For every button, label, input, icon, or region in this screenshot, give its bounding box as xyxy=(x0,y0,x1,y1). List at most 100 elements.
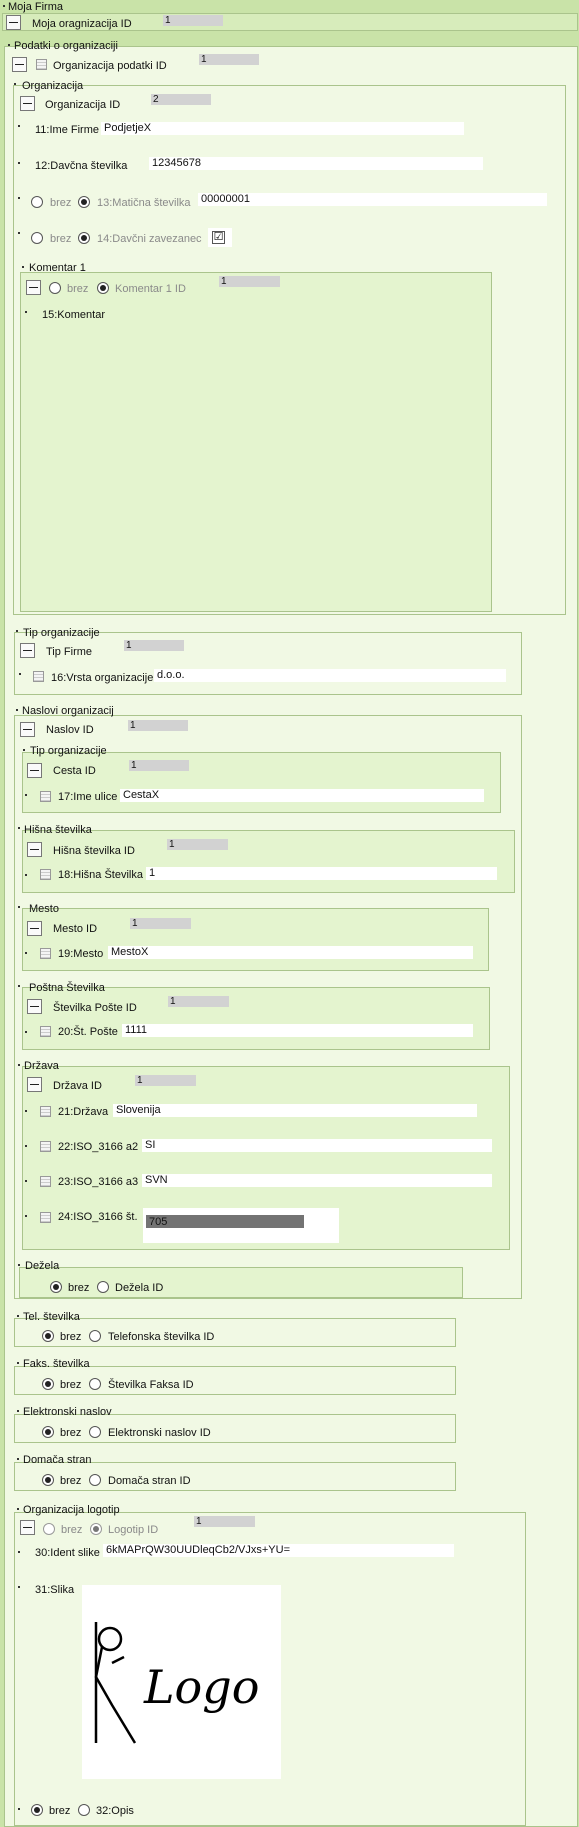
dezela-brez-radio[interactable] xyxy=(50,1281,62,1293)
hisna-title: Hišna številka xyxy=(24,824,92,836)
drzava-id-label: Država ID xyxy=(53,1080,102,1092)
tel-brez-radio[interactable] xyxy=(42,1330,54,1342)
hisna-section xyxy=(22,830,515,893)
root-title: Moja Firma xyxy=(8,1,64,13)
komentar-id-label: Komentar 1 ID xyxy=(115,283,186,295)
drzava-21-field[interactable]: Slovenija xyxy=(113,1104,477,1117)
faks-id-radio[interactable] xyxy=(89,1378,101,1390)
collapse-icon[interactable] xyxy=(12,57,27,72)
drzava-id-value[interactable]: 1 xyxy=(135,1075,196,1086)
hisna-id-value[interactable]: 1 xyxy=(167,839,228,850)
ime-ulice-field[interactable]: CestaX xyxy=(120,789,484,802)
opis-brez-radio[interactable] xyxy=(31,1804,43,1816)
collapse-icon[interactable] xyxy=(27,1077,42,1092)
maticna-brez-radio[interactable] xyxy=(31,196,43,208)
logotip-id-label: Logotip ID xyxy=(108,1524,159,1536)
maticna-radio[interactable] xyxy=(78,196,90,208)
mesto-id-value[interactable]: 1 xyxy=(130,918,191,929)
collapse-icon[interactable] xyxy=(27,763,42,778)
checkbox-icon[interactable]: ☑ xyxy=(212,231,225,244)
email-brez-radio[interactable] xyxy=(42,1426,54,1438)
collapse-icon[interactable] xyxy=(20,722,35,737)
zavezanec-brez-label: brez xyxy=(50,233,72,245)
drzava-23-field[interactable]: SVN xyxy=(142,1174,492,1187)
domaca-brez-radio[interactable] xyxy=(42,1474,54,1486)
naslovi-title: Naslovi organizacij xyxy=(22,705,114,717)
posta-id-value[interactable]: 1 xyxy=(168,996,229,1007)
vrsta-org-field[interactable]: d.o.o. xyxy=(154,669,506,682)
dezela-id-radio[interactable] xyxy=(97,1281,109,1293)
ident-field[interactable]: 6kMAPrQW30UUDleqCb2/VJxs+YU= xyxy=(103,1544,454,1557)
logotip-brez-radio[interactable] xyxy=(43,1523,55,1535)
ident-label: 30:Ident slike xyxy=(35,1547,100,1559)
tel-id-radio[interactable] xyxy=(89,1330,101,1342)
naslov-id-label: Naslov ID xyxy=(46,724,94,736)
organizacija-id-value[interactable]: 2 xyxy=(151,94,211,105)
komentar-id-radio[interactable] xyxy=(97,282,109,294)
logotip-id-value[interactable]: 1 xyxy=(194,1516,255,1527)
zavezanec-radio[interactable] xyxy=(78,232,90,244)
logo-text: Logo xyxy=(143,1660,259,1714)
grid-icon xyxy=(40,1212,51,1223)
slika-label: 31:Slika xyxy=(35,1584,75,1596)
root-id-value[interactable]: 1 xyxy=(163,15,223,26)
domaca-id-radio[interactable] xyxy=(89,1474,101,1486)
collapse-icon[interactable] xyxy=(27,842,42,857)
logotip-title: Organizacija logotip xyxy=(23,1504,120,1516)
collapse-icon[interactable] xyxy=(20,643,35,658)
hisna-field-label: 18:Hišna Številka xyxy=(58,869,143,881)
cesta-section xyxy=(22,752,501,813)
drzava-24-field[interactable]: 705 xyxy=(149,1216,167,1228)
komentar-title: Komentar 1 xyxy=(29,262,86,274)
tel-id-label: Telefonska številka ID xyxy=(108,1331,215,1343)
grid-icon xyxy=(33,671,44,682)
podatki-id-label: Organizacija podatki ID xyxy=(53,60,167,72)
drzava-23-label: 23:ISO_3166 a3 xyxy=(58,1176,139,1188)
posta-field-label: 20:Št. Pošte xyxy=(58,1026,118,1038)
posta-field[interactable]: 1111 xyxy=(122,1024,473,1037)
mesto-field[interactable]: MestoX xyxy=(108,946,473,959)
logotip-id-radio[interactable] xyxy=(90,1523,102,1535)
podatki-id-value[interactable]: 1 xyxy=(199,54,259,65)
komentar-brez-radio[interactable] xyxy=(49,282,61,294)
komentar-field-label: 15:Komentar xyxy=(42,309,105,321)
posta-id-label: Številka Pošte ID xyxy=(53,1002,137,1014)
vrsta-org-label: 16:Vrsta organizacije xyxy=(51,672,154,684)
posta-section xyxy=(22,987,490,1050)
hisna-field[interactable]: 1 xyxy=(146,867,497,880)
organizacija-title: Organizacija xyxy=(22,80,84,92)
zavezanec-label: 14:Davčni zavezanec xyxy=(97,233,202,245)
faks-id-label: Številka Faksa ID xyxy=(108,1379,194,1391)
tip-firme-id-value[interactable]: 1 xyxy=(124,640,184,651)
collapse-icon[interactable] xyxy=(20,1520,35,1535)
grid-icon xyxy=(40,948,51,959)
opis-radio[interactable] xyxy=(78,1804,90,1816)
collapse-icon[interactable] xyxy=(26,280,41,295)
logo-icon: Logo xyxy=(94,1622,259,1744)
ime-ulice-label: 17:Ime ulice xyxy=(58,791,118,803)
collapse-icon[interactable] xyxy=(27,999,42,1014)
email-id-radio[interactable] xyxy=(89,1426,101,1438)
naslov-id-value[interactable]: 1 xyxy=(128,720,188,731)
ime-firme-field[interactable]: PodjetjeX xyxy=(101,122,464,135)
collapse-icon[interactable] xyxy=(20,96,35,111)
faks-brez-radio[interactable] xyxy=(42,1378,54,1390)
drzava-22-field[interactable]: SI xyxy=(142,1139,492,1152)
tip-org-title: Tip organizacije xyxy=(23,627,100,639)
collapse-icon[interactable] xyxy=(27,921,42,936)
grid-icon xyxy=(40,1176,51,1187)
grid-icon xyxy=(40,1106,51,1117)
tip-org-section xyxy=(14,632,522,695)
maticna-field[interactable]: 00000001 xyxy=(198,193,547,206)
domaca-id-label: Domača stran ID xyxy=(108,1475,191,1487)
cesta-id-value[interactable]: 1 xyxy=(129,760,189,771)
opis-brez-label: brez xyxy=(49,1805,71,1817)
hisna-id-label: Hišna številka ID xyxy=(53,845,135,857)
davcna-label: 12:Davčna številka xyxy=(35,160,128,172)
grid-icon xyxy=(36,59,47,70)
davcna-field[interactable]: 12345678 xyxy=(149,157,483,170)
collapse-icon[interactable] xyxy=(6,15,21,30)
komentar-id-value[interactable]: 1 xyxy=(219,276,280,287)
drzava-24-label: 24:ISO_3166 št. xyxy=(58,1211,138,1223)
zavezanec-brez-radio[interactable] xyxy=(31,232,43,244)
